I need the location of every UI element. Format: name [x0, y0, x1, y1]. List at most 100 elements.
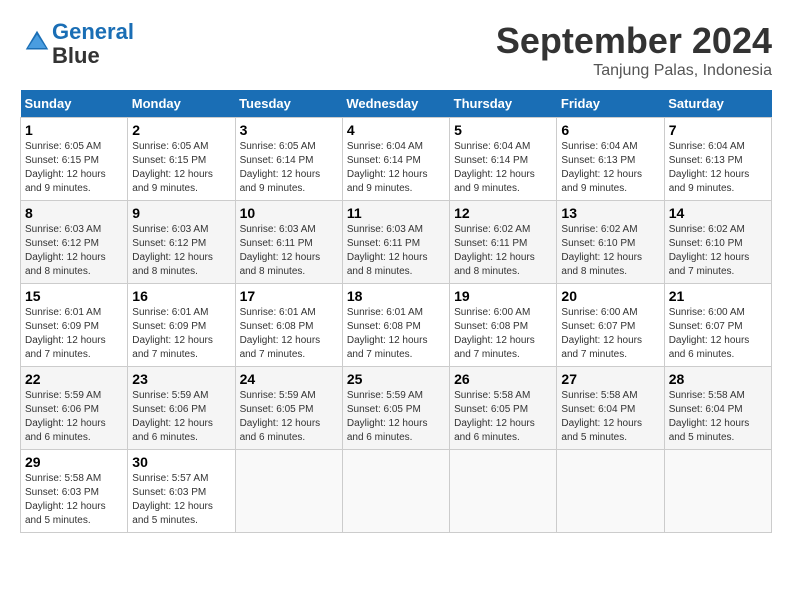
calendar-week-row: 15 Sunrise: 6:01 AMSunset: 6:09 PMDaylig…	[21, 284, 772, 367]
location: Tanjung Palas, Indonesia	[496, 62, 772, 80]
day-number: 4	[347, 122, 445, 138]
calendar-cell: 27 Sunrise: 5:58 AMSunset: 6:04 PMDaylig…	[557, 367, 664, 450]
day-number: 24	[240, 371, 338, 387]
day-number: 29	[25, 454, 123, 470]
cell-info: Sunrise: 5:58 AMSunset: 6:04 PMDaylight:…	[561, 390, 642, 443]
day-number: 1	[25, 122, 123, 138]
cell-info: Sunrise: 6:05 AMSunset: 6:15 PMDaylight:…	[132, 141, 213, 194]
day-number: 20	[561, 288, 659, 304]
calendar-cell: 9 Sunrise: 6:03 AMSunset: 6:12 PMDayligh…	[128, 201, 235, 284]
calendar-cell: 20 Sunrise: 6:00 AMSunset: 6:07 PMDaylig…	[557, 284, 664, 367]
day-number: 14	[669, 205, 767, 221]
cell-info: Sunrise: 5:59 AMSunset: 6:06 PMDaylight:…	[25, 390, 106, 443]
calendar-cell: 23 Sunrise: 5:59 AMSunset: 6:06 PMDaylig…	[128, 367, 235, 450]
cell-info: Sunrise: 6:02 AMSunset: 6:10 PMDaylight:…	[669, 224, 750, 277]
day-number: 28	[669, 371, 767, 387]
cell-info: Sunrise: 6:04 AMSunset: 6:13 PMDaylight:…	[669, 141, 750, 194]
cell-info: Sunrise: 6:05 AMSunset: 6:15 PMDaylight:…	[25, 141, 106, 194]
calendar-cell: 10 Sunrise: 6:03 AMSunset: 6:11 PMDaylig…	[235, 201, 342, 284]
header-tuesday: Tuesday	[235, 90, 342, 118]
day-number: 10	[240, 205, 338, 221]
day-number: 3	[240, 122, 338, 138]
day-number: 6	[561, 122, 659, 138]
cell-info: Sunrise: 5:58 AMSunset: 6:05 PMDaylight:…	[454, 390, 535, 443]
cell-info: Sunrise: 5:58 AMSunset: 6:03 PMDaylight:…	[25, 473, 106, 526]
calendar-cell: 2 Sunrise: 6:05 AMSunset: 6:15 PMDayligh…	[128, 118, 235, 201]
calendar-cell: 6 Sunrise: 6:04 AMSunset: 6:13 PMDayligh…	[557, 118, 664, 201]
cell-info: Sunrise: 6:03 AMSunset: 6:12 PMDaylight:…	[132, 224, 213, 277]
day-number: 22	[25, 371, 123, 387]
cell-info: Sunrise: 6:01 AMSunset: 6:08 PMDaylight:…	[240, 307, 321, 360]
calendar-cell: 7 Sunrise: 6:04 AMSunset: 6:13 PMDayligh…	[664, 118, 771, 201]
calendar-cell: 30 Sunrise: 5:57 AMSunset: 6:03 PMDaylig…	[128, 450, 235, 533]
calendar-cell: 21 Sunrise: 6:00 AMSunset: 6:07 PMDaylig…	[664, 284, 771, 367]
cell-info: Sunrise: 6:02 AMSunset: 6:11 PMDaylight:…	[454, 224, 535, 277]
calendar-week-row: 8 Sunrise: 6:03 AMSunset: 6:12 PMDayligh…	[21, 201, 772, 284]
calendar-cell: 3 Sunrise: 6:05 AMSunset: 6:14 PMDayligh…	[235, 118, 342, 201]
cell-info: Sunrise: 6:03 AMSunset: 6:12 PMDaylight:…	[25, 224, 106, 277]
calendar-cell	[235, 450, 342, 533]
calendar-cell: 16 Sunrise: 6:01 AMSunset: 6:09 PMDaylig…	[128, 284, 235, 367]
day-number: 7	[669, 122, 767, 138]
cell-info: Sunrise: 6:00 AMSunset: 6:08 PMDaylight:…	[454, 307, 535, 360]
calendar-cell	[450, 450, 557, 533]
day-number: 5	[454, 122, 552, 138]
cell-info: Sunrise: 6:04 AMSunset: 6:14 PMDaylight:…	[454, 141, 535, 194]
logo-line2: Blue	[52, 43, 100, 68]
calendar-cell: 13 Sunrise: 6:02 AMSunset: 6:10 PMDaylig…	[557, 201, 664, 284]
calendar-cell: 15 Sunrise: 6:01 AMSunset: 6:09 PMDaylig…	[21, 284, 128, 367]
calendar-cell: 1 Sunrise: 6:05 AMSunset: 6:15 PMDayligh…	[21, 118, 128, 201]
calendar-cell	[557, 450, 664, 533]
logo-icon	[22, 27, 52, 57]
day-number: 12	[454, 205, 552, 221]
header-friday: Friday	[557, 90, 664, 118]
day-number: 9	[132, 205, 230, 221]
day-number: 2	[132, 122, 230, 138]
cell-info: Sunrise: 6:01 AMSunset: 6:09 PMDaylight:…	[25, 307, 106, 360]
calendar-cell	[342, 450, 449, 533]
cell-info: Sunrise: 5:59 AMSunset: 6:06 PMDaylight:…	[132, 390, 213, 443]
calendar-week-row: 29 Sunrise: 5:58 AMSunset: 6:03 PMDaylig…	[21, 450, 772, 533]
calendar-cell: 12 Sunrise: 6:02 AMSunset: 6:11 PMDaylig…	[450, 201, 557, 284]
logo: General Blue	[20, 20, 134, 68]
cell-info: Sunrise: 5:59 AMSunset: 6:05 PMDaylight:…	[240, 390, 321, 443]
day-number: 23	[132, 371, 230, 387]
cell-info: Sunrise: 6:01 AMSunset: 6:09 PMDaylight:…	[132, 307, 213, 360]
day-number: 16	[132, 288, 230, 304]
calendar-cell: 19 Sunrise: 6:00 AMSunset: 6:08 PMDaylig…	[450, 284, 557, 367]
header-sunday: Sunday	[21, 90, 128, 118]
day-number: 19	[454, 288, 552, 304]
day-number: 17	[240, 288, 338, 304]
day-number: 15	[25, 288, 123, 304]
day-number: 27	[561, 371, 659, 387]
logo-line1: General	[52, 19, 134, 44]
month-title: September 2024	[496, 20, 772, 62]
calendar-cell: 11 Sunrise: 6:03 AMSunset: 6:11 PMDaylig…	[342, 201, 449, 284]
day-number: 26	[454, 371, 552, 387]
calendar-cell: 5 Sunrise: 6:04 AMSunset: 6:14 PMDayligh…	[450, 118, 557, 201]
header-thursday: Thursday	[450, 90, 557, 118]
calendar-cell: 14 Sunrise: 6:02 AMSunset: 6:10 PMDaylig…	[664, 201, 771, 284]
calendar-cell: 18 Sunrise: 6:01 AMSunset: 6:08 PMDaylig…	[342, 284, 449, 367]
cell-info: Sunrise: 6:05 AMSunset: 6:14 PMDaylight:…	[240, 141, 321, 194]
header-saturday: Saturday	[664, 90, 771, 118]
cell-info: Sunrise: 6:01 AMSunset: 6:08 PMDaylight:…	[347, 307, 428, 360]
calendar-cell: 26 Sunrise: 5:58 AMSunset: 6:05 PMDaylig…	[450, 367, 557, 450]
calendar-cell: 17 Sunrise: 6:01 AMSunset: 6:08 PMDaylig…	[235, 284, 342, 367]
calendar-cell: 29 Sunrise: 5:58 AMSunset: 6:03 PMDaylig…	[21, 450, 128, 533]
cell-info: Sunrise: 6:04 AMSunset: 6:13 PMDaylight:…	[561, 141, 642, 194]
title-area: September 2024 Tanjung Palas, Indonesia	[496, 20, 772, 80]
day-number: 8	[25, 205, 123, 221]
calendar-table: SundayMondayTuesdayWednesdayThursdayFrid…	[20, 90, 772, 533]
calendar-cell	[664, 450, 771, 533]
cell-info: Sunrise: 5:59 AMSunset: 6:05 PMDaylight:…	[347, 390, 428, 443]
page-header: General Blue September 2024 Tanjung Pala…	[20, 20, 772, 80]
day-number: 13	[561, 205, 659, 221]
cell-info: Sunrise: 5:57 AMSunset: 6:03 PMDaylight:…	[132, 473, 213, 526]
cell-info: Sunrise: 6:03 AMSunset: 6:11 PMDaylight:…	[347, 224, 428, 277]
cell-info: Sunrise: 6:02 AMSunset: 6:10 PMDaylight:…	[561, 224, 642, 277]
calendar-week-row: 1 Sunrise: 6:05 AMSunset: 6:15 PMDayligh…	[21, 118, 772, 201]
cell-info: Sunrise: 6:00 AMSunset: 6:07 PMDaylight:…	[669, 307, 750, 360]
day-number: 25	[347, 371, 445, 387]
cell-info: Sunrise: 6:03 AMSunset: 6:11 PMDaylight:…	[240, 224, 321, 277]
